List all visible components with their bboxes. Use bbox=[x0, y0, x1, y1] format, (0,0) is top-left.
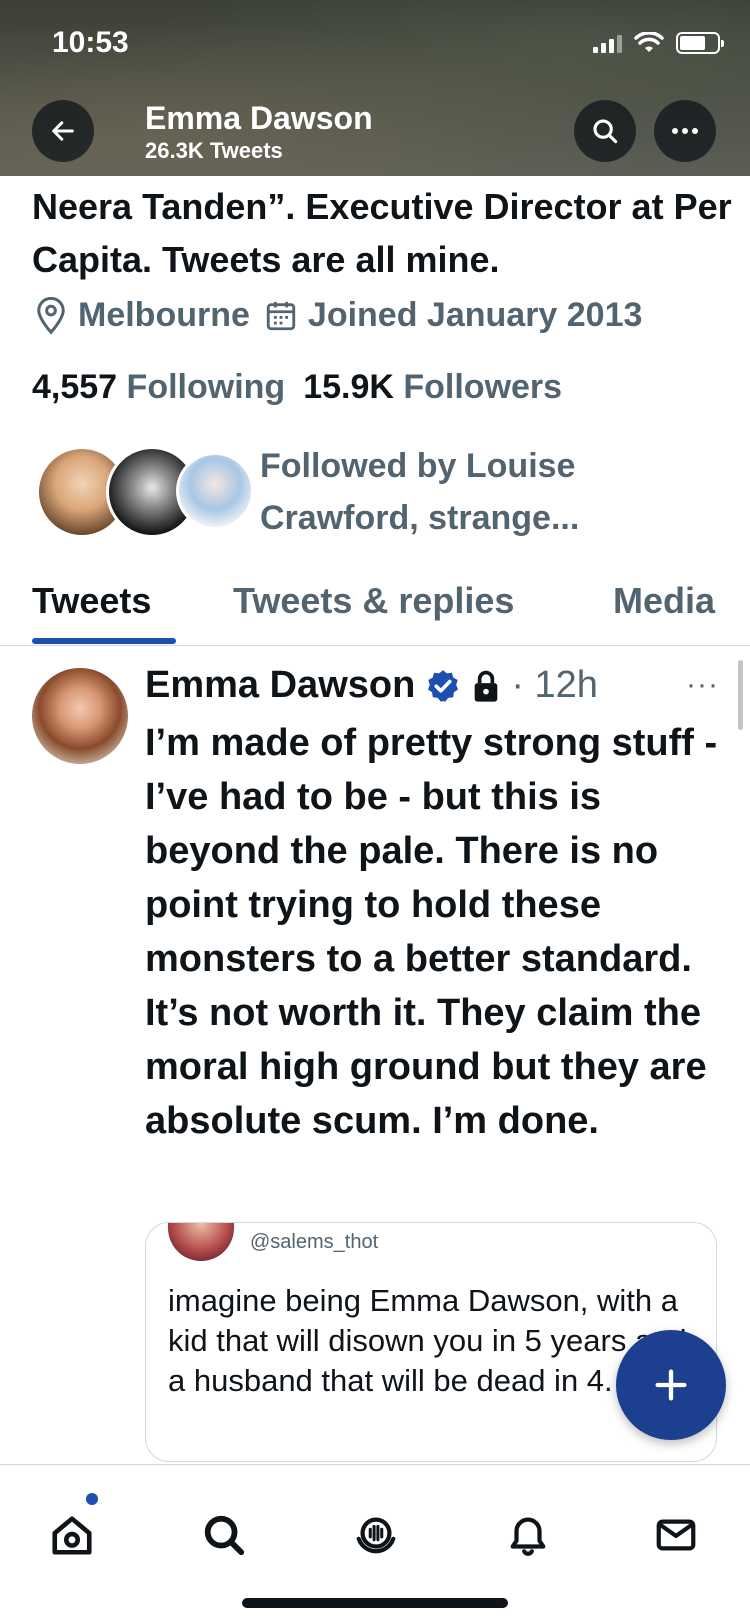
followed-by-text[interactable]: Followed by Louise Crawford, strange... bbox=[260, 440, 720, 544]
header-more-button[interactable] bbox=[654, 100, 716, 162]
wifi-icon bbox=[634, 32, 664, 52]
profile-joined: Joined January 2013 bbox=[264, 296, 643, 335]
tab-tweets-replies[interactable]: Tweets & replies bbox=[233, 580, 514, 622]
home-icon bbox=[52, 1516, 92, 1555]
followers-count: 15.9K bbox=[303, 368, 394, 406]
nav-messages[interactable] bbox=[646, 1505, 706, 1565]
header-search-button[interactable] bbox=[574, 100, 636, 162]
header-profile-name: Emma Dawson bbox=[145, 100, 373, 136]
profile-location: Melbourne bbox=[34, 296, 250, 335]
arrow-left-icon bbox=[52, 121, 74, 141]
profile-location-label: Melbourne bbox=[78, 296, 250, 334]
home-indicator[interactable] bbox=[242, 1598, 508, 1608]
tweet-more-button[interactable]: ··· bbox=[686, 668, 719, 702]
scrollbar[interactable] bbox=[738, 660, 743, 730]
tab-media[interactable]: Media bbox=[613, 580, 715, 622]
battery-icon bbox=[676, 32, 724, 54]
follow-stats: 4,557 Following 15.9K Followers bbox=[32, 368, 562, 407]
profile-joined-label: Joined January 2013 bbox=[307, 296, 643, 334]
nav-search[interactable] bbox=[194, 1505, 254, 1565]
quoted-author-avatar bbox=[168, 1223, 234, 1261]
home-notification-dot bbox=[86, 1493, 98, 1505]
tweet-author-avatar[interactable] bbox=[32, 668, 128, 764]
followers-link[interactable]: 15.9K Followers bbox=[303, 368, 562, 407]
signal-icon bbox=[593, 33, 622, 53]
nav-home[interactable] bbox=[42, 1505, 102, 1565]
location-pin-icon bbox=[37, 296, 65, 335]
profile-bio: Neera Tanden”. Executive Director at Per… bbox=[32, 186, 732, 280]
tweet-timestamp: · 12h bbox=[511, 664, 598, 706]
plus-icon bbox=[655, 1369, 687, 1401]
spaces-icon bbox=[356, 1517, 396, 1554]
status-time: 10:53 bbox=[52, 26, 129, 59]
bell-icon bbox=[510, 1517, 546, 1556]
tab-tweets[interactable]: Tweets bbox=[32, 580, 151, 622]
nav-spaces[interactable] bbox=[346, 1505, 406, 1565]
profile-tabs: Tweets Tweets & replies Media bbox=[0, 560, 750, 646]
active-tab-indicator bbox=[32, 638, 176, 644]
following-count: 4,557 bbox=[32, 368, 118, 406]
tweet-author-name[interactable]: Emma Dawson bbox=[145, 664, 415, 707]
header-tweet-count: 26.3K Tweets bbox=[145, 138, 283, 163]
profile-meta: Melbourne Joined January 2013 bbox=[34, 296, 642, 335]
lock-icon bbox=[474, 670, 498, 702]
mail-icon bbox=[656, 1519, 696, 1551]
quoted-author-handle: @salems_thot bbox=[250, 1231, 379, 1253]
followers-label: Followers bbox=[403, 368, 563, 406]
verified-badge-icon bbox=[428, 669, 459, 702]
avatar bbox=[176, 452, 254, 530]
search-icon bbox=[593, 119, 618, 144]
following-label: Following bbox=[126, 368, 286, 406]
tweet-header: Emma Dawson · 12h bbox=[145, 664, 598, 707]
compose-tweet-button[interactable] bbox=[616, 1330, 726, 1440]
tweet-text: I’m made of pretty strong stuff - I’ve h… bbox=[145, 722, 718, 1142]
profile-header-banner: 10:53 Emma Dawson 26.3K Tweets bbox=[0, 0, 750, 176]
calendar-icon bbox=[266, 301, 296, 330]
status-icons bbox=[593, 32, 724, 54]
following-link[interactable]: 4,557 Following bbox=[32, 368, 285, 407]
nav-notifications[interactable] bbox=[498, 1505, 558, 1565]
quoted-tweet-card[interactable]: @salems_thot imagine being Emma Dawson, … bbox=[145, 1222, 717, 1462]
back-button[interactable] bbox=[32, 100, 94, 162]
search-icon bbox=[204, 1515, 245, 1556]
more-horizontal-icon bbox=[672, 128, 698, 134]
known-followers-avatars[interactable] bbox=[36, 446, 256, 538]
